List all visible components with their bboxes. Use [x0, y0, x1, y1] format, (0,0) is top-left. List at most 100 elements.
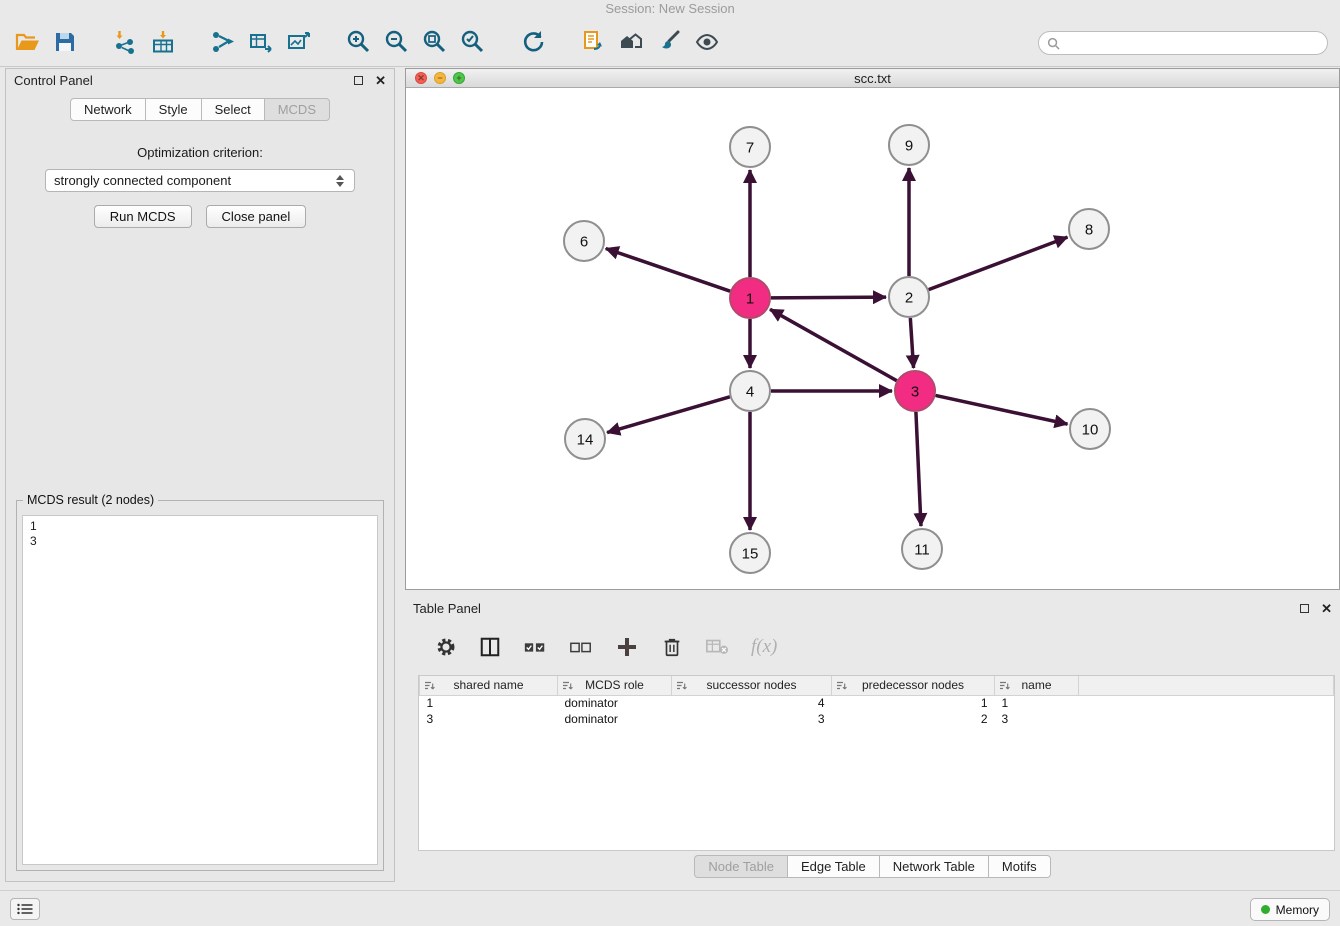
- table-cell[interactable]: 2: [832, 711, 995, 727]
- graph-edge-2-3[interactable]: [910, 318, 913, 368]
- graph-node-6[interactable]: 6: [564, 221, 604, 261]
- tab-mcds[interactable]: MCDS: [265, 98, 330, 121]
- tab-motifs[interactable]: Motifs: [989, 855, 1051, 878]
- close-window-button[interactable]: ✕: [415, 72, 427, 84]
- table-row[interactable]: 3dominator323: [420, 711, 1334, 727]
- graph-node-15[interactable]: 15: [730, 533, 770, 573]
- paint-button[interactable]: [650, 23, 688, 61]
- float-window-icon[interactable]: [354, 76, 363, 85]
- run-mcds-button[interactable]: Run MCDS: [94, 205, 192, 228]
- table-cell[interactable]: 3: [672, 711, 832, 727]
- graph-node-4[interactable]: 4: [730, 371, 770, 411]
- criterion-dropdown[interactable]: strongly connected component: [45, 169, 355, 192]
- close-icon[interactable]: ✕: [1321, 604, 1332, 614]
- sort-icon[interactable]: [676, 680, 687, 694]
- eye-button[interactable]: [688, 23, 726, 61]
- share-network-button[interactable]: [204, 23, 242, 61]
- close-panel-button[interactable]: Close panel: [206, 205, 307, 228]
- deselect-all-button[interactable]: [569, 636, 593, 658]
- graph-node-14[interactable]: 14: [565, 419, 605, 459]
- graph-node-9[interactable]: 9: [889, 125, 929, 165]
- graph-node-1[interactable]: 1: [730, 278, 770, 318]
- network-canvas[interactable]: 7 9 6 8 1 2 4 3 14 10 15 11: [406, 88, 1339, 589]
- graph-edge-3-1[interactable]: [770, 309, 897, 380]
- table-cell[interactable]: dominator: [558, 695, 672, 711]
- zoom-out-button[interactable]: [378, 23, 416, 61]
- close-icon[interactable]: ✕: [375, 76, 386, 86]
- function-button[interactable]: f(x): [751, 636, 777, 658]
- tab-network-table[interactable]: Network Table: [880, 855, 989, 878]
- node-table[interactable]: shared name MCDS rolesuccessor nodesprede…: [419, 676, 1334, 727]
- graph-node-7[interactable]: 7: [730, 127, 770, 167]
- column-header-predecessor-nodes[interactable]: predecessor nodes: [832, 676, 995, 695]
- graph-node-2[interactable]: 2: [889, 277, 929, 317]
- network-table-button[interactable]: [242, 23, 280, 61]
- mcds-result-list[interactable]: 13: [22, 515, 378, 865]
- graph-edge-3-11[interactable]: [916, 412, 921, 526]
- select-all-button[interactable]: [523, 636, 547, 658]
- float-window-icon[interactable]: [1300, 604, 1309, 613]
- table-row[interactable]: 1dominator411: [420, 695, 1334, 711]
- column-header-name[interactable]: name: [995, 676, 1079, 695]
- table-cell[interactable]: 3: [995, 711, 1079, 727]
- open-file-button[interactable]: [8, 23, 46, 61]
- network-graph[interactable]: 7 9 6 8 1 2 4 3 14 10 15 11: [406, 88, 1339, 589]
- settings-gear-icon: [435, 636, 457, 658]
- table-cell[interactable]: 4: [672, 695, 832, 711]
- search-input[interactable]: [1065, 36, 1319, 51]
- refresh-button[interactable]: [514, 23, 552, 61]
- graph-node-3[interactable]: 3: [895, 371, 935, 411]
- zoom-selected-button[interactable]: [454, 23, 492, 61]
- graph-node-8[interactable]: 8: [1069, 209, 1109, 249]
- minimize-window-button[interactable]: −: [434, 72, 446, 84]
- copy-document-button[interactable]: [574, 23, 612, 61]
- table-cell[interactable]: dominator: [558, 711, 672, 727]
- table-cell[interactable]: 3: [420, 711, 558, 727]
- graph-edge-1-2[interactable]: [771, 297, 886, 298]
- sort-icon[interactable]: [836, 680, 847, 694]
- zoom-in-button[interactable]: [340, 23, 378, 61]
- mcds-buttons-row: Run MCDS Close panel: [6, 205, 394, 228]
- column-header-shared-name[interactable]: shared name: [420, 676, 558, 695]
- sort-icon[interactable]: [424, 680, 435, 694]
- copy-document-icon: [580, 29, 606, 55]
- zoom-fit-button[interactable]: [416, 23, 454, 61]
- share-network-icon: [210, 29, 236, 55]
- network-window-titlebar: ✕ − + scc.txt: [406, 69, 1339, 88]
- home-button[interactable]: [612, 23, 650, 61]
- search-box[interactable]: [1038, 31, 1328, 55]
- graph-edge-3-10[interactable]: [936, 395, 1068, 424]
- task-history-button[interactable]: [10, 898, 40, 920]
- tab-network[interactable]: Network: [70, 98, 146, 121]
- column-header-mcds-role[interactable]: MCDS role: [558, 676, 672, 695]
- sort-icon[interactable]: [562, 680, 573, 694]
- zoom-window-button[interactable]: +: [453, 72, 465, 84]
- save-session-button[interactable]: [46, 23, 84, 61]
- delete-row-button[interactable]: [661, 636, 683, 658]
- table-cell[interactable]: 1: [420, 695, 558, 711]
- graph-edge-4-14[interactable]: [607, 397, 730, 433]
- settings-gear-button[interactable]: [435, 636, 457, 658]
- tab-select[interactable]: Select: [202, 98, 265, 121]
- sort-icon[interactable]: [999, 680, 1010, 694]
- import-network-button[interactable]: [106, 23, 144, 61]
- column-layout-button[interactable]: [479, 636, 501, 658]
- graph-edge-2-8[interactable]: [929, 237, 1068, 289]
- import-table-button[interactable]: [144, 23, 182, 61]
- tab-edge-table[interactable]: Edge Table: [788, 855, 880, 878]
- add-row-button[interactable]: [615, 635, 639, 659]
- column-header-successor-nodes[interactable]: successor nodes: [672, 676, 832, 695]
- export-image-button[interactable]: [280, 23, 318, 61]
- table-cell[interactable]: 1: [995, 695, 1079, 711]
- delete-table-button[interactable]: [705, 637, 729, 657]
- graph-node-10[interactable]: 10: [1070, 409, 1110, 449]
- table-cell[interactable]: 1: [832, 695, 995, 711]
- tab-node-table[interactable]: Node Table: [694, 855, 788, 878]
- graph-node-11[interactable]: 11: [902, 529, 942, 569]
- node-label: 1: [746, 290, 754, 307]
- column-header-label: shared name: [453, 678, 523, 692]
- graph-edge-1-6[interactable]: [606, 248, 730, 291]
- node-label: 8: [1085, 221, 1093, 238]
- tab-style[interactable]: Style: [146, 98, 202, 121]
- memory-button[interactable]: Memory: [1250, 898, 1330, 921]
